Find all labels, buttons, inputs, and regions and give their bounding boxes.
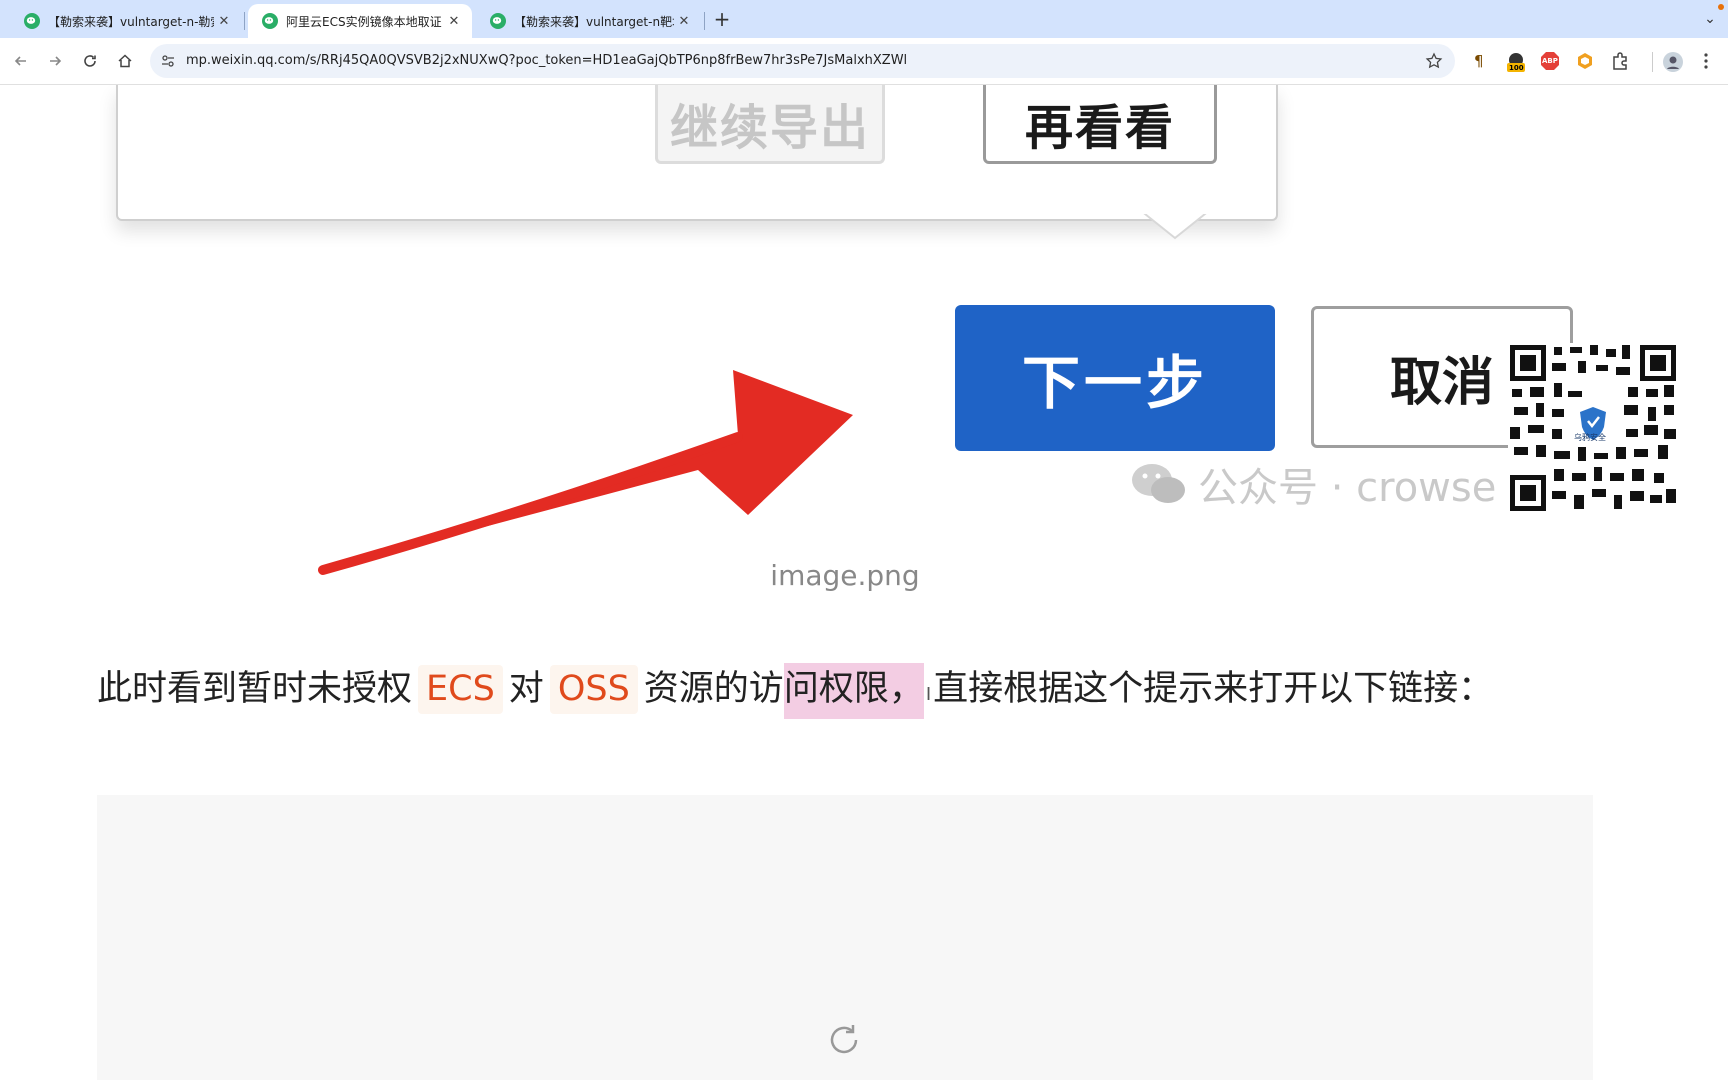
counter-extension-icon[interactable]: 100 [1505,51,1525,72]
paragraph-text: 直接根据这个提示来打开以下链接： [933,669,1494,709]
cube-extension-icon[interactable] [1575,51,1595,71]
abp-label: ABP [1542,57,1558,65]
tab-divider [704,12,705,30]
article-screenshot: 继续导出 再看看 下一步 取消 公众号 · crowse 乌鸦安全 [0,85,1728,575]
menu-kebab-icon[interactable] [1696,51,1716,71]
tab-2[interactable]: 阿里云ECS实例镜像本地取证 ✕ [248,4,472,38]
dialog-pointer [1140,210,1210,240]
text-selection: 问权限， [783,663,924,719]
next-step-button: 下一步 [955,305,1275,451]
update-dot [1718,4,1724,10]
tab-divider [244,12,245,30]
toolbar-divider [1652,52,1653,72]
abp-extension-icon[interactable]: ABP [1540,51,1560,71]
loading-spinner-icon [830,1025,858,1054]
pilcrow-extension-icon[interactable]: ¶ [1470,51,1490,71]
export-dialog: 继续导出 再看看 [116,85,1278,221]
qr-code [1508,343,1678,513]
close-icon[interactable]: ✕ [674,14,694,29]
browser-toolbar: mp.weixin.qq.com/s/RRj45QA0QVSVB2j2xNUXw… [0,4,1728,85]
tab-title: 【勒索来袭】vulntarget-n靶场 [514,14,674,29]
article-paragraph: 此时看到暂时未授权 ECS 对 OSS 资源的访问权限， I直接根据这个提示来打开以下链接… [97,663,1494,719]
arrow-right-icon [50,56,62,66]
article-page: 继续导出 再看看 下一步 取消 公众号 · crowse 乌鸦安全 image.… [0,85,1728,1080]
wechat-icon [490,13,506,29]
tab-3[interactable]: 【勒索来袭】vulntarget-n靶场 ✕ [476,4,702,38]
url-text[interactable]: mp.weixin.qq.com/s/RRj45QA0QVSVB2j2xNUXw… [186,53,907,68]
wechat-icon [262,13,278,29]
watermark-text: 公众号 · crowse [1198,465,1497,511]
inline-code: ECS [418,665,503,714]
forward-button[interactable] [44,50,66,72]
paragraph-text: 资源的访 [643,669,784,709]
back-button[interactable] [10,50,32,72]
reload-button[interactable] [79,50,101,72]
wechat-logo-icon [1132,464,1185,503]
arrow-left-icon [14,56,26,66]
reload-icon [84,55,96,67]
watermark: 公众号 · crowse [1130,455,1496,513]
tab-search-button[interactable]: ⌄ [1700,6,1720,32]
address-bar[interactable]: mp.weixin.qq.com/s/RRj45QA0QVSVB2j2xNUXw… [150,44,1455,78]
tab-title: 阿里云ECS实例镜像本地取证 [286,14,442,29]
extensions-puzzle-icon[interactable] [1610,51,1630,71]
extension-badge: 100 [1509,64,1524,72]
close-icon[interactable]: ✕ [444,14,464,29]
home-icon [118,54,132,68]
new-tab-button[interactable]: + [710,6,734,32]
text-cursor-icon: I [925,684,932,705]
inline-code: OSS [549,665,638,714]
red-arrow-icon [318,370,853,575]
tab-1[interactable]: 【勒索来袭】vulntarget-n-勒索 ✕ [10,4,242,38]
site-settings-icon[interactable] [160,53,176,69]
wechat-icon [24,13,40,29]
qr-label: 乌鸦安全 [1574,433,1606,442]
svg-text:¶: ¶ [1474,52,1484,70]
paragraph-text: 对 [508,669,544,709]
home-button[interactable] [114,50,136,72]
star-icon[interactable] [1425,52,1443,70]
continue-export-button: 继续导出 [655,85,885,164]
look-again-button: 再看看 [983,85,1217,164]
paragraph-text: 此时看到暂时未授权 [97,669,413,709]
tab-strip: 【勒索来袭】vulntarget-n-勒索 ✕ 阿里云ECS实例镜像本地取证 ✕… [0,0,1728,38]
tab-title: 【勒索来袭】vulntarget-n-勒索 [48,14,214,29]
profile-avatar[interactable] [1662,51,1683,72]
close-icon[interactable]: ✕ [214,14,234,29]
image-caption: image.png [770,559,920,592]
